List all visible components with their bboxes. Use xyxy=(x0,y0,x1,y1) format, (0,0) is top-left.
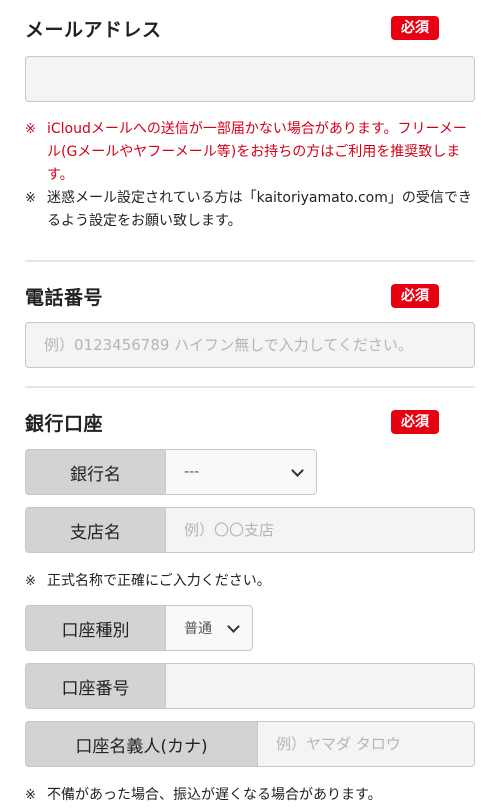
phone-input[interactable] xyxy=(25,322,475,368)
email-warning-text: iCloudメールへの送信が一部届かない場合があります。フリーメール(Gメールや… xyxy=(47,121,467,183)
phone-title: 電話番号 xyxy=(25,286,104,309)
branch-note: ※ 正式名称で正確にご入力ください。 xyxy=(25,570,497,593)
divider xyxy=(25,386,475,388)
note-mark: ※ xyxy=(25,191,36,206)
account-type-row: 口座種別 普通 xyxy=(25,605,253,651)
account-holder-row: 口座名義人(カナ) xyxy=(25,721,475,767)
final-note-text: 不備があった場合、振込が遅くなる場合があります。 xyxy=(47,787,382,803)
divider xyxy=(25,260,475,262)
email-notes: ※ iCloudメールへの送信が一部届かない場合があります。フリーメール(Gメー… xyxy=(25,118,475,233)
account-number-label: 口座番号 xyxy=(25,663,165,709)
email-spam-text: 迷惑メール設定されている方は「kaitoriyamato.com」の受信できるよ… xyxy=(47,190,472,229)
bank-transfer-form: メールアドレス 必須 ※ iCloudメールへの送信が一部届かない場合があります… xyxy=(0,0,500,810)
branch-name-input[interactable] xyxy=(165,507,475,553)
bank-name-select[interactable]: --- xyxy=(165,449,317,495)
bank-name-label: 銀行名 xyxy=(25,449,165,495)
account-holder-label: 口座名義人(カナ) xyxy=(25,721,257,767)
phone-section-header: 電話番号 必須 xyxy=(25,280,475,312)
bank-name-selected: --- xyxy=(184,464,200,480)
branch-name-label: 支店名 xyxy=(25,507,165,553)
email-title: メールアドレス xyxy=(25,18,162,41)
bank-title: 銀行口座 xyxy=(25,412,104,435)
branch-note-text: 正式名称で正確にご入力ください。 xyxy=(47,573,271,589)
chevron-down-icon xyxy=(227,619,240,633)
email-warning-note: ※ iCloudメールへの送信が一部届かない場合があります。フリーメール(Gメー… xyxy=(25,118,475,187)
account-type-label: 口座種別 xyxy=(25,605,165,651)
email-section-header: メールアドレス 必須 xyxy=(25,12,475,44)
chevron-down-icon xyxy=(291,463,304,477)
bank-name-row: 銀行名 --- xyxy=(25,449,317,495)
email-required-badge: 必須 xyxy=(391,16,439,40)
account-number-row: 口座番号 xyxy=(25,663,475,709)
email-spam-note: ※ 迷惑メール設定されている方は「kaitoriyamato.com」の受信でき… xyxy=(25,187,475,233)
bank-required-badge: 必須 xyxy=(391,410,439,434)
account-number-input[interactable] xyxy=(165,663,475,709)
account-holder-input[interactable] xyxy=(257,721,475,767)
phone-required-badge: 必須 xyxy=(391,284,439,308)
email-input[interactable] xyxy=(25,56,475,102)
note-mark: ※ xyxy=(25,122,36,137)
branch-name-row: 支店名 xyxy=(25,507,475,553)
note-mark: ※ xyxy=(25,574,36,589)
final-note: ※ 不備があった場合、振込が遅くなる場合があります。 xyxy=(25,784,497,807)
account-type-selected: 普通 xyxy=(184,621,212,637)
note-mark: ※ xyxy=(25,788,36,803)
account-type-select[interactable]: 普通 xyxy=(165,605,253,651)
bank-section-header: 銀行口座 必須 xyxy=(25,406,475,438)
